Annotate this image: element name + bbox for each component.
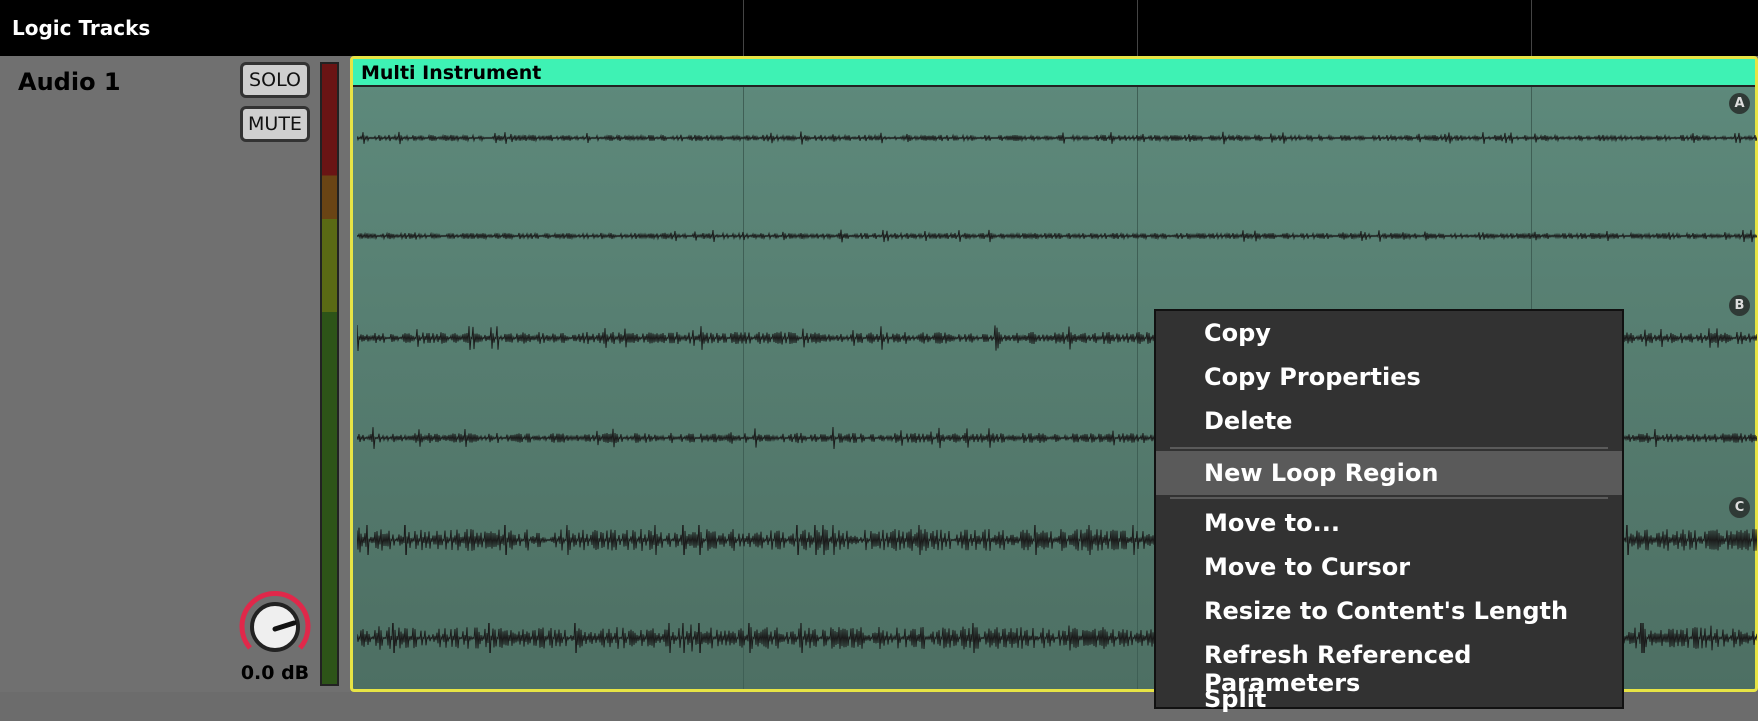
panel-title: Logic Tracks — [12, 16, 151, 40]
channel-label-c: C — [1729, 497, 1750, 518]
bar-marker — [1137, 0, 1138, 56]
level-meter — [320, 62, 339, 686]
menu-item-label: Move to... — [1204, 509, 1340, 537]
grid-line — [1137, 87, 1138, 689]
menu-separator — [1170, 497, 1608, 499]
menu-item-label: Copy — [1204, 319, 1271, 347]
menu-item-new-loop-region[interactable]: New Loop Region — [1156, 451, 1622, 495]
menu-item-label: Resize to Content's Length — [1204, 597, 1569, 625]
track-name[interactable]: Audio 1 — [18, 68, 121, 96]
gain-knob[interactable] — [236, 588, 314, 666]
channel-label-a: A — [1729, 93, 1750, 114]
menu-item-move-to[interactable]: Move to... — [1156, 501, 1622, 545]
menu-separator — [1170, 447, 1608, 449]
menu-item-split[interactable]: Split — [1156, 677, 1622, 721]
menu-item-label: Split — [1204, 685, 1267, 713]
menu-item-label: Delete — [1204, 407, 1293, 435]
menu-item-label: Copy Properties — [1204, 363, 1421, 391]
menu-item-label: Move to Cursor — [1204, 553, 1411, 581]
menu-item-copy[interactable]: Copy — [1156, 311, 1622, 355]
grid-line — [743, 87, 744, 689]
context-menu[interactable]: Copy Copy Properties Delete New Loop Reg… — [1154, 309, 1624, 713]
waveform-track — [357, 131, 1757, 145]
region-title: Multi Instrument — [361, 62, 542, 84]
menu-item-copy-properties[interactable]: Copy Properties — [1156, 355, 1622, 399]
knob-icon — [239, 590, 311, 652]
tracks-panel-header: Logic Tracks — [0, 0, 350, 56]
menu-item-refresh-parameters[interactable]: Refresh Referenced Parameters — [1156, 633, 1622, 697]
solo-button[interactable]: SOLO — [240, 62, 310, 98]
gain-value: 0.0 dB — [240, 662, 310, 684]
menu-item-resize-to-content[interactable]: Resize to Content's Length — [1156, 589, 1622, 633]
bar-marker — [743, 0, 744, 56]
region-title-bar[interactable]: Multi Instrument — [353, 59, 1755, 87]
mute-button[interactable]: MUTE — [240, 106, 310, 142]
menu-item-move-to-cursor[interactable]: Move to Cursor — [1156, 545, 1622, 589]
menu-item-delete[interactable]: Delete — [1156, 399, 1622, 443]
waveform-track — [357, 229, 1757, 243]
timeline-ruler[interactable] — [350, 0, 1758, 56]
channel-label-b: B — [1729, 295, 1750, 316]
bar-marker — [1531, 0, 1532, 56]
menu-item-label: New Loop Region — [1204, 459, 1439, 487]
